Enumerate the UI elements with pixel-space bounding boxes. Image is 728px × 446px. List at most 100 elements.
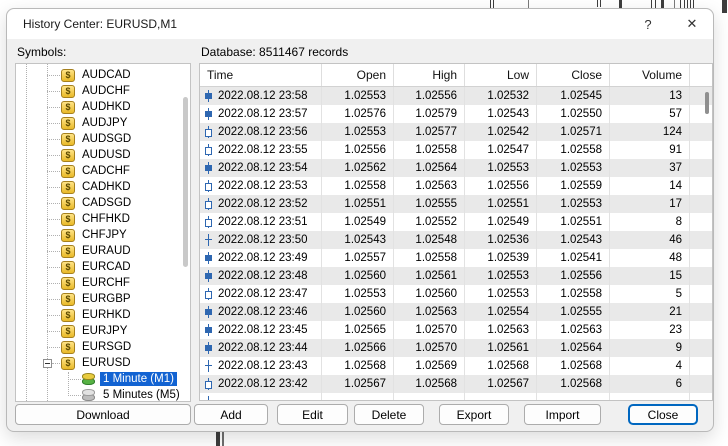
cell-volume: 23 xyxy=(610,321,690,339)
time-value: 2022.08.12 23:42 xyxy=(218,378,308,390)
table-row[interactable]: 2022.08.12 23:441.025661.025701.025611.0… xyxy=(200,339,712,357)
tree-item-5-minutes-m5-[interactable]: 5 Minutes (M5) xyxy=(16,387,190,402)
table-row[interactable]: 2022.08.12 23:551.025561.025581.025471.0… xyxy=(200,141,712,159)
table-row[interactable]: 2022.08.12 23:561.025531.025771.025421.0… xyxy=(200,123,712,141)
tree-item-eurgbp[interactable]: $EURGBP xyxy=(16,291,190,307)
import-button[interactable]: Import xyxy=(524,404,601,425)
table-row[interactable]: 2022.08.12 23:481.025601.025611.025531.0… xyxy=(200,267,712,285)
add-button[interactable]: Add xyxy=(194,404,268,425)
time-value: 2022.08.12 23:45 xyxy=(218,324,308,336)
tree-item-audusd[interactable]: $AUDUSD xyxy=(16,147,190,163)
export-button[interactable]: Export xyxy=(439,404,509,425)
cell-filler xyxy=(690,393,712,401)
column-header-close[interactable]: Close xyxy=(537,64,610,86)
tree-item-eurcad[interactable]: $EURCAD xyxy=(16,259,190,275)
cell-time xyxy=(200,393,322,401)
tree-item-audchf[interactable]: $AUDCHF xyxy=(16,83,190,99)
candle-doji-icon xyxy=(205,396,212,401)
tree-item-euraud[interactable]: $EURAUD xyxy=(16,243,190,259)
cell-time: 2022.08.12 23:58 xyxy=(200,87,322,105)
currency-symbol-icon: $ xyxy=(61,133,75,146)
tree-item-label: EURCHF xyxy=(79,276,133,290)
table-row[interactable]: 2022.08.12 23:431.025681.025691.025681.0… xyxy=(200,357,712,375)
tree-item-eurchf[interactable]: $EURCHF xyxy=(16,275,190,291)
cell-open: 1.02557 xyxy=(322,249,394,267)
close-button[interactable]: Close xyxy=(628,404,698,425)
currency-symbol-icon: $ xyxy=(61,229,75,242)
column-header-high[interactable]: High xyxy=(394,64,465,86)
table-row[interactable]: 2022.08.12 23:451.025651.025701.025631.0… xyxy=(200,321,712,339)
download-button[interactable]: Download xyxy=(15,404,191,425)
tree-item-cadsgd[interactable]: $CADSGD xyxy=(16,195,190,211)
tree-item-cadhkd[interactable]: $CADHKD xyxy=(16,179,190,195)
table-row[interactable]: 2022.08.12 23:581.025531.025561.025321.0… xyxy=(200,87,712,105)
tree-item-audcad[interactable]: $AUDCAD xyxy=(16,67,190,83)
cell-low: 1.02553 xyxy=(465,267,537,285)
table-row[interactable]: 2022.08.12 23:471.025531.025601.025531.0… xyxy=(200,285,712,303)
table-row[interactable] xyxy=(200,393,712,401)
column-header-volume[interactable]: Volume xyxy=(610,64,690,86)
time-value: 2022.08.12 23:46 xyxy=(218,306,308,318)
column-header-time[interactable]: Time xyxy=(200,64,322,86)
column-header-low[interactable]: Low xyxy=(465,64,537,86)
cell-low: 1.02553 xyxy=(465,159,537,177)
table-row[interactable]: 2022.08.12 23:511.025491.025521.025491.0… xyxy=(200,213,712,231)
tree-item-chfhkd[interactable]: $CHFHKD xyxy=(16,211,190,227)
table-row[interactable]: 2022.08.12 23:491.025571.025581.025391.0… xyxy=(200,249,712,267)
time-value: 2022.08.12 23:53 xyxy=(218,180,308,192)
cell-filler xyxy=(690,231,712,249)
time-value: 2022.08.12 23:50 xyxy=(218,234,308,246)
cell-high: 1.02564 xyxy=(394,159,465,177)
edit-button[interactable]: Edit xyxy=(277,404,348,425)
cell-open: 1.02553 xyxy=(322,123,394,141)
tree-item-audhkd[interactable]: $AUDHKD xyxy=(16,99,190,115)
table-row[interactable]: 2022.08.12 23:531.025581.025631.025561.0… xyxy=(200,177,712,195)
cell-volume: 124 xyxy=(610,123,690,141)
tree-item-audsgd[interactable]: $AUDSGD xyxy=(16,131,190,147)
cell-time: 2022.08.12 23:49 xyxy=(200,249,322,267)
time-value: 2022.08.12 23:55 xyxy=(218,144,308,156)
tree-item-label: AUDJPY xyxy=(79,116,130,130)
close-icon[interactable]: ✕ xyxy=(677,11,707,37)
table-scrollbar-thumb[interactable] xyxy=(705,92,709,114)
currency-symbol-icon: $ xyxy=(61,69,75,82)
tree-item-eursgd[interactable]: $EURSGD xyxy=(16,339,190,355)
table-row[interactable]: 2022.08.12 23:521.025511.025551.025511.0… xyxy=(200,195,712,213)
chart-corner-bar xyxy=(722,0,727,13)
tree-item-cadchf[interactable]: $CADCHF xyxy=(16,163,190,179)
collapse-toggle-icon[interactable] xyxy=(43,359,52,368)
time-value: 2022.08.12 23:43 xyxy=(218,360,308,372)
cell-high: 1.02555 xyxy=(394,195,465,213)
tree-item-label: CADCHF xyxy=(79,164,133,178)
cell-low: 1.02553 xyxy=(465,285,537,303)
delete-button[interactable]: Delete xyxy=(354,404,424,425)
column-header-open[interactable]: Open xyxy=(322,64,394,86)
cell-low: 1.02543 xyxy=(465,105,537,123)
help-icon[interactable]: ? xyxy=(633,11,663,37)
cell-volume: 14 xyxy=(610,177,690,195)
tree-item-chfjpy[interactable]: $CHFJPY xyxy=(16,227,190,243)
tree-item-audjpy[interactable]: $AUDJPY xyxy=(16,115,190,131)
tree-item-eurusd[interactable]: $EURUSD xyxy=(16,355,190,371)
chart-tick-mark xyxy=(655,0,656,8)
table-row[interactable]: 2022.08.12 23:571.025761.025791.025431.0… xyxy=(200,105,712,123)
time-value: 2022.08.12 23:58 xyxy=(218,90,308,102)
table-row[interactable]: 2022.08.12 23:421.025671.025681.025671.0… xyxy=(200,375,712,393)
cell-time: 2022.08.12 23:42 xyxy=(200,375,322,393)
candle-hollow-icon xyxy=(205,126,212,138)
cell-close: 1.02568 xyxy=(537,375,610,393)
tree-item-label: 5 Minutes (M5) xyxy=(100,388,183,402)
tree-item-1-minute-m1-[interactable]: 1 Minute (M1) xyxy=(16,371,190,387)
cell-low: 1.02547 xyxy=(465,141,537,159)
tree-item-eurjpy[interactable]: $EURJPY xyxy=(16,323,190,339)
table-row[interactable]: 2022.08.12 23:501.025431.025481.025361.0… xyxy=(200,231,712,249)
tree-scrollbar-thumb[interactable] xyxy=(183,97,188,267)
tree-item-eurhkd[interactable]: $EURHKD xyxy=(16,307,190,323)
table-row[interactable]: 2022.08.12 23:541.025621.025641.025531.0… xyxy=(200,159,712,177)
cell-low: 1.02567 xyxy=(465,375,537,393)
tree-connector xyxy=(47,203,60,204)
table-row[interactable]: 2022.08.12 23:461.025601.025631.025541.0… xyxy=(200,303,712,321)
candle-hollow-icon xyxy=(205,378,212,390)
cell-time: 2022.08.12 23:51 xyxy=(200,213,322,231)
cell-time: 2022.08.12 23:53 xyxy=(200,177,322,195)
